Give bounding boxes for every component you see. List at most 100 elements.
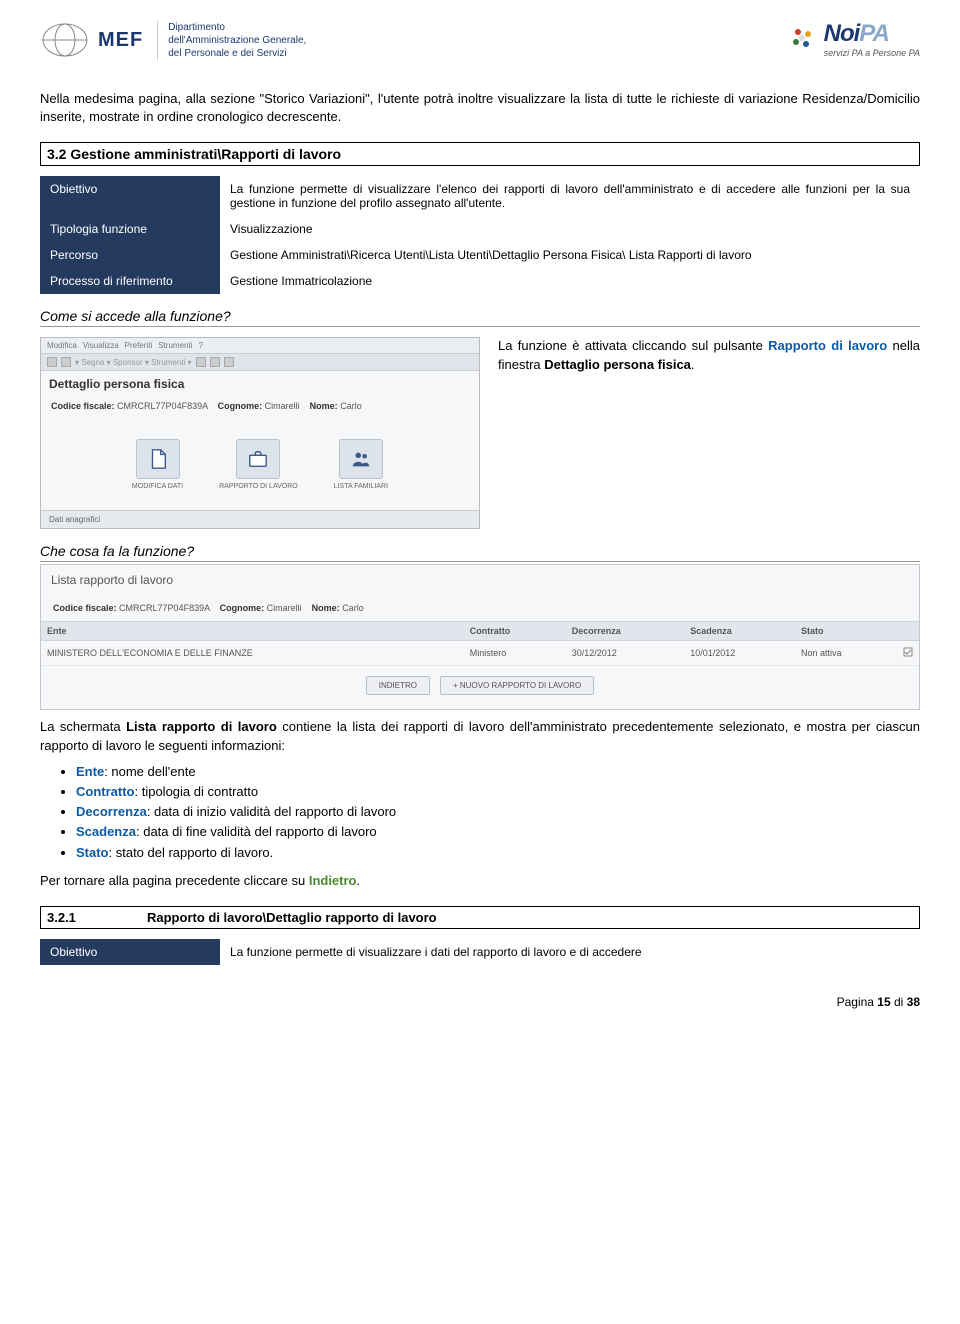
info-label: Tipologia funzione	[40, 216, 220, 242]
table-cell: Non attiva	[795, 641, 897, 666]
term-indietro: Indietro	[309, 873, 357, 888]
info-row-processo: Processo di riferimento Gestione Immatri…	[40, 268, 920, 294]
table-header[interactable]: Ente	[41, 622, 464, 641]
field-label: Nome:	[312, 603, 340, 613]
screenshot-bottom-tab[interactable]: Dati anagrafici	[41, 510, 479, 528]
mef-dept: Dipartimento dell'Amministrazione Genera…	[157, 21, 306, 60]
section-title: Rapporto di lavoro\Dettaglio rapporto di…	[147, 910, 437, 925]
action-modifica-dati[interactable]: MODIFICA DATI	[132, 439, 183, 490]
bullet-desc: : nome dell'ente	[104, 764, 195, 779]
section-number: 3.2.1	[47, 910, 147, 925]
screenshot-dettaglio-persona: Modifica Visualizza Preferiti Strumenti …	[40, 337, 480, 529]
bullet-list: Ente: nome dell'ente Contratto: tipologi…	[76, 763, 920, 862]
table-cell: MINISTERO DELL'ECONOMIA E DELLE FINANZE	[41, 641, 464, 666]
page-total: 38	[907, 995, 920, 1009]
menu-item[interactable]: Modifica	[47, 341, 77, 350]
toolbar-icon[interactable]	[47, 357, 57, 367]
term-rapporto-lavoro: Rapporto di lavoro	[768, 338, 887, 353]
field-value: Carlo	[340, 401, 362, 411]
table-cell: 30/12/2012	[566, 641, 684, 666]
list-item: Contratto: tipologia di contratto	[76, 783, 920, 801]
field-value: Cimarelli	[267, 603, 302, 613]
info-row-obiettivo: Obiettivo La funzione permette di visual…	[40, 939, 920, 965]
mef-logo: MEF Dipartimento dell'Amministrazione Ge…	[40, 20, 306, 60]
info-table-2: Obiettivo La funzione permette di visual…	[40, 939, 920, 965]
info-row-tipologia: Tipologia funzione Visualizzazione	[40, 216, 920, 242]
noipa-name: NoiPA	[824, 20, 920, 48]
noipa-icon	[788, 24, 818, 54]
q1-two-col: Modifica Visualizza Preferiti Strumenti …	[40, 337, 920, 529]
info-label: Percorso	[40, 242, 220, 268]
toolbar-icon[interactable]	[210, 357, 220, 367]
info-label: Obiettivo	[40, 176, 220, 216]
menu-item[interactable]: Preferiti	[125, 341, 153, 350]
field-label: Cognome:	[220, 603, 265, 613]
table-header[interactable]: Stato	[795, 622, 897, 641]
action-lista-familiari[interactable]: LISTA FAMILIARI	[334, 439, 388, 490]
bullet-desc: : stato del rapporto di lavoro.	[109, 845, 274, 860]
q1-title: Come si accede alla funzione?	[40, 308, 920, 327]
screenshot-action-icons: MODIFICA DATI RAPPORTO DI LAVORO LISTA F…	[41, 415, 479, 510]
table-cell: 10/01/2012	[684, 641, 795, 666]
noipa-subtitle: servizi PA a Persone PA	[824, 48, 920, 58]
section-3-2-1-header: 3.2.1 Rapporto di lavoro\Dettaglio rappo…	[40, 906, 920, 929]
noipa-logo: NoiPA servizi PA a Persone PA	[788, 20, 920, 58]
list-item: Ente: nome dell'ente	[76, 763, 920, 781]
mef-dept-line1: Dipartimento	[168, 21, 306, 34]
noipa-text: NoiPA servizi PA a Persone PA	[824, 20, 920, 58]
screenshot-person-row: Codice fiscale: CMRCRL77P04F839A Cognome…	[41, 397, 479, 415]
info-row-obiettivo: Obiettivo La funzione permette di visual…	[40, 176, 920, 216]
info-label: Obiettivo	[40, 939, 220, 965]
mef-acronym: MEF	[98, 27, 143, 53]
field-label: Codice fiscale:	[51, 401, 115, 411]
menu-item[interactable]: Strumenti	[158, 341, 192, 350]
bullet-term: Ente	[76, 764, 104, 779]
mef-dept-line3: del Personale e dei Servizi	[168, 47, 306, 60]
table-header-actions	[897, 622, 919, 641]
term-dettaglio-persona: Dettaglio persona fisica	[544, 357, 691, 372]
field-value: CMRCRL77P04F839A	[119, 603, 210, 613]
indietro-button[interactable]: INDIETRO	[366, 676, 430, 695]
screenshot-title: Lista rapporto di lavoro	[41, 565, 919, 595]
info-table-1: Obiettivo La funzione permette di visual…	[40, 176, 920, 294]
return-paragraph: Per tornare alla pagina precedente clicc…	[40, 872, 920, 890]
people-icon	[339, 439, 383, 479]
info-value: Gestione Amministrati\Ricerca Utenti\Lis…	[220, 242, 920, 268]
menu-item[interactable]: ?	[198, 341, 202, 350]
info-row-percorso: Percorso Gestione Amministrati\Ricerca U…	[40, 242, 920, 268]
bullet-desc: : tipologia di contratto	[135, 784, 259, 799]
table-header[interactable]: Contratto	[464, 622, 566, 641]
q1-text: La funzione è attivata cliccando sul pul…	[498, 337, 920, 529]
q2-paragraph: La schermata Lista rapporto di lavoro co…	[40, 718, 920, 754]
info-value: Gestione Immatricolazione	[220, 268, 920, 294]
row-action-icon[interactable]	[897, 641, 919, 666]
list-item: Stato: stato del rapporto di lavoro.	[76, 844, 920, 862]
info-value: La funzione permette di visualizzare i d…	[220, 939, 920, 965]
table-header[interactable]: Decorrenza	[566, 622, 684, 641]
toolbar-icon[interactable]	[61, 357, 71, 367]
bullet-term: Decorrenza	[76, 804, 147, 819]
menu-item[interactable]: Visualizza	[83, 341, 119, 350]
toolbar-icon[interactable]	[196, 357, 206, 367]
field-label: Nome:	[310, 401, 338, 411]
page-footer: Pagina 15 di 38	[40, 995, 920, 1009]
info-value: Visualizzazione	[220, 216, 920, 242]
bullet-desc: : data di fine validità del rapporto di …	[136, 824, 377, 839]
toolbar-icon[interactable]	[224, 357, 234, 367]
nuovo-rapporto-button[interactable]: + NUOVO RAPPORTO DI LAVORO	[440, 676, 594, 695]
action-rapporto-lavoro[interactable]: RAPPORTO DI LAVORO	[219, 439, 298, 490]
table-header[interactable]: Scadenza	[684, 622, 795, 641]
bullet-term: Stato	[76, 845, 109, 860]
screenshot-table: Ente Contratto Decorrenza Scadenza Stato…	[41, 621, 919, 666]
screenshot-toolbar: ▾ Segna ▾ Sponsor ▾ Strumenti ▾	[41, 354, 479, 371]
page-number: 15	[877, 995, 890, 1009]
table-row[interactable]: MINISTERO DELL'ECONOMIA E DELLE FINANZE …	[41, 641, 919, 666]
screenshot-lista-rapporto: Lista rapporto di lavoro Codice fiscale:…	[40, 564, 920, 710]
field-value: Cimarelli	[265, 401, 300, 411]
action-label: RAPPORTO DI LAVORO	[219, 483, 298, 490]
action-label: MODIFICA DATI	[132, 483, 183, 490]
bullet-term: Contratto	[76, 784, 135, 799]
mef-text: MEF	[98, 27, 143, 53]
section-3-2-header: 3.2 Gestione amministrati\Rapporti di la…	[40, 142, 920, 166]
field-label: Codice fiscale:	[53, 603, 117, 613]
